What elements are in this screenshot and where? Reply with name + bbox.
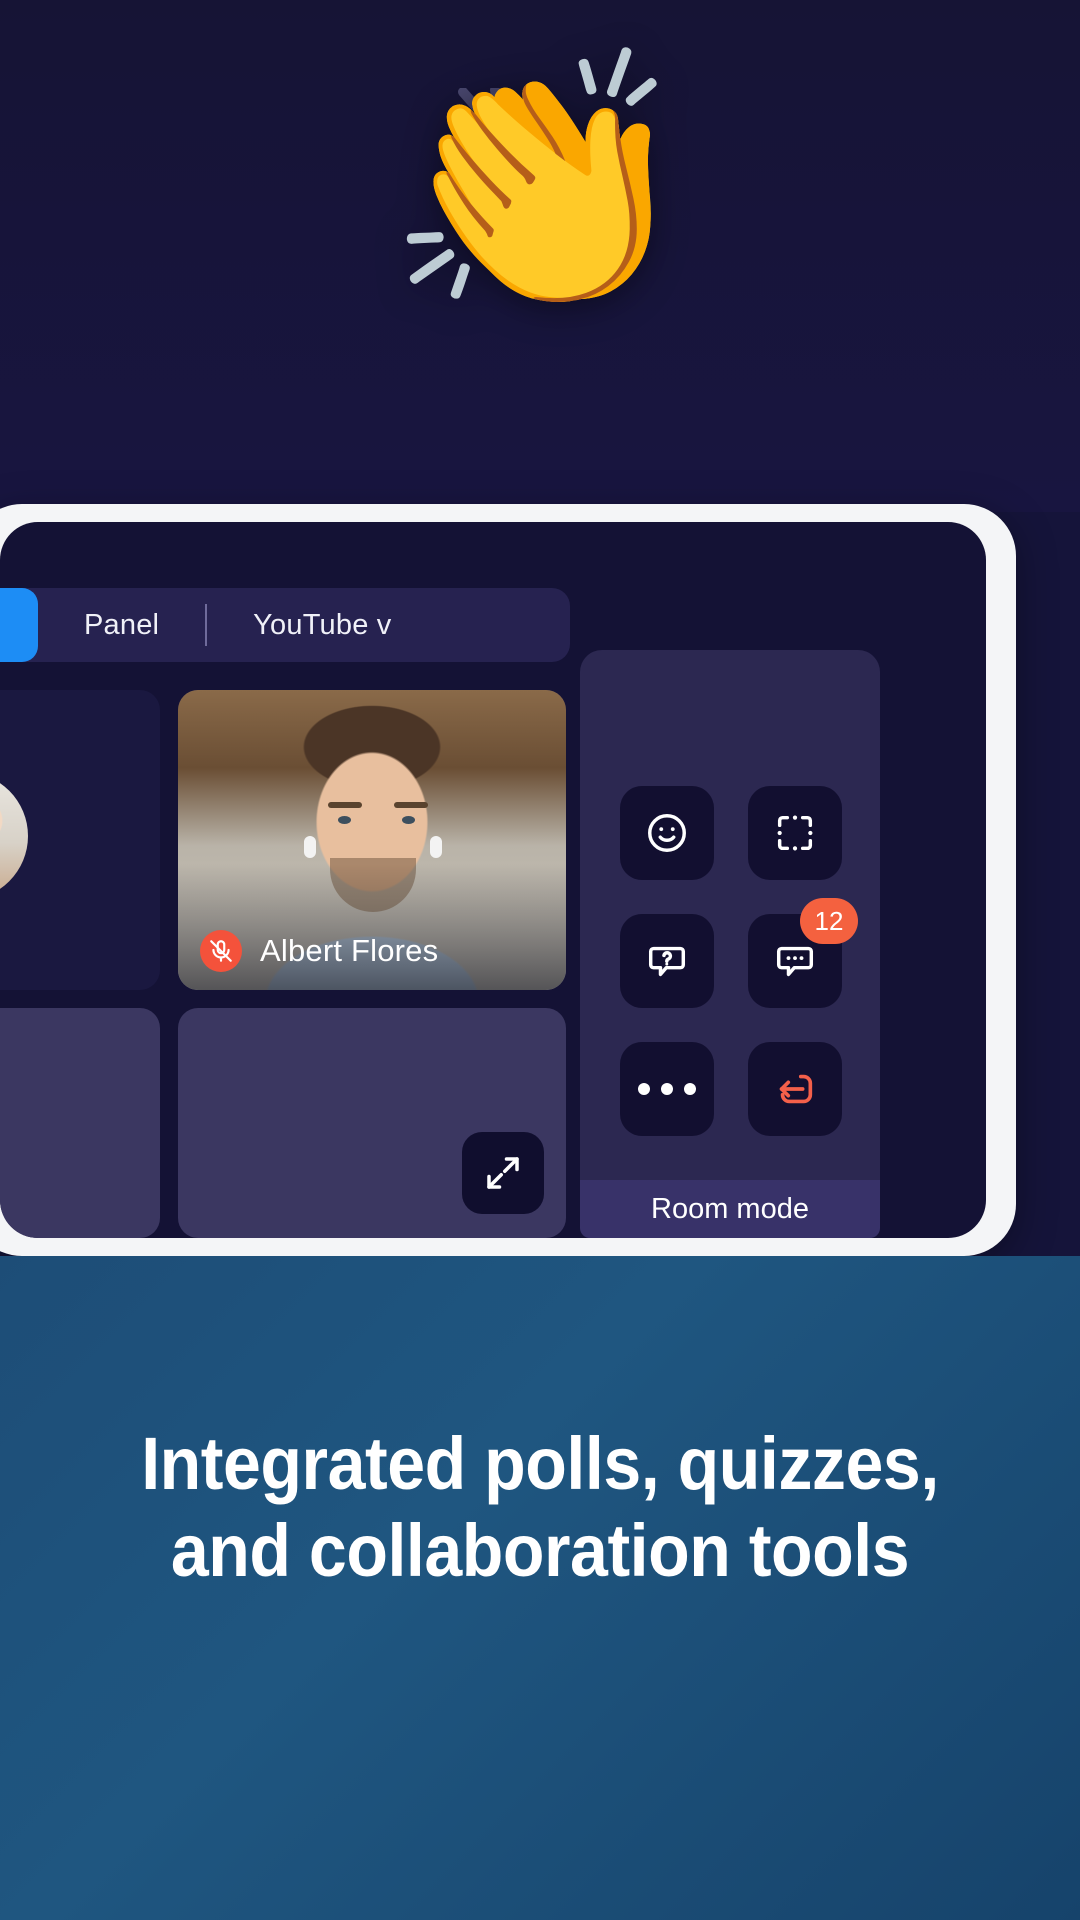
avatar <box>0 772 28 900</box>
app-window: Panel YouTube v Albert Flores 12 Room mo… <box>0 522 986 1238</box>
tools-side-panel: 12 Room mode <box>580 650 880 1238</box>
participant-tile-4[interactable] <box>178 1008 566 1238</box>
participant-tile-1[interactable] <box>0 690 160 990</box>
expand-video-button[interactable] <box>462 1132 544 1214</box>
promo-section: Integrated polls, quizzes, and collabora… <box>0 1256 1080 1920</box>
promo-headline-line-1: Integrated polls, quizzes, <box>141 1422 939 1505</box>
ellipsis-icon <box>638 1083 696 1095</box>
hero-section: 👏 <box>0 0 1080 512</box>
more-options-button[interactable] <box>620 1042 714 1136</box>
question-bubble-icon <box>648 946 686 977</box>
tools-icon-grid: 12 <box>620 786 858 1136</box>
leave-room-button[interactable] <box>748 1042 842 1136</box>
smiley-icon <box>648 814 686 852</box>
participant-name-bar: Albert Flores <box>178 912 566 990</box>
reactions-button[interactable] <box>620 786 714 880</box>
clapping-hands-emoji: 👏 <box>384 43 696 322</box>
tab-bar: Panel YouTube v <box>0 588 570 662</box>
participant-tile-albert-flores[interactable]: Albert Flores <box>178 690 566 990</box>
tab-color-chip[interactable] <box>0 588 38 662</box>
whiteboard-button[interactable] <box>748 786 842 880</box>
chat-bubble-icon <box>776 946 814 977</box>
exit-icon <box>779 1074 813 1104</box>
chat-unread-badge: 12 <box>800 898 858 944</box>
video-grid: Albert Flores <box>0 690 570 1238</box>
promo-headline: Integrated polls, quizzes, and collabora… <box>43 1420 1037 1595</box>
room-mode-bar[interactable]: Room mode <box>580 1180 880 1238</box>
chat-button[interactable]: 12 <box>748 898 858 1008</box>
microphone-muted-icon <box>200 930 242 972</box>
promo-headline-line-2: and collaboration tools <box>170 1509 910 1593</box>
promo-screen: 👏 Panel YouTube v Albert Flores 12 Room … <box>0 0 1080 1920</box>
frame-icon <box>777 815 813 851</box>
participant-tile-3[interactable] <box>0 1008 160 1238</box>
room-mode-label: Room mode <box>651 1192 809 1225</box>
clap-emoji-wrap: 👏 <box>0 58 1080 308</box>
device-frame: Panel YouTube v Albert Flores 12 Room mo… <box>0 504 1016 1256</box>
tab-youtube-video[interactable]: YouTube v <box>207 609 437 642</box>
quiz-button[interactable] <box>620 914 714 1008</box>
tab-panel[interactable]: Panel <box>38 609 205 642</box>
participant-name-label: Albert Flores <box>260 933 439 968</box>
